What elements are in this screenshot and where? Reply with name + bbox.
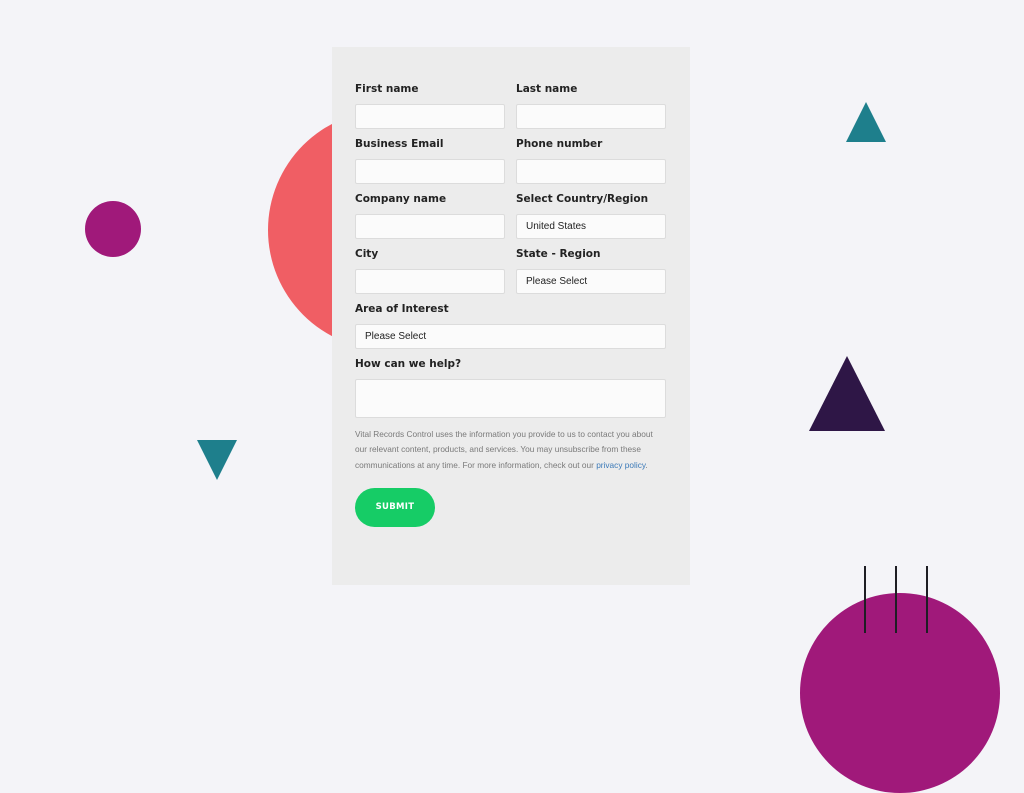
area-of-interest-field: Area of Interest Please Select [355, 303, 666, 349]
company-name-input[interactable] [355, 214, 505, 239]
decorative-line [864, 566, 866, 633]
decorative-line [926, 566, 928, 633]
country-select[interactable]: United States [516, 214, 666, 239]
city-input[interactable] [355, 269, 505, 294]
form-row: How can we help? [355, 358, 666, 418]
decorative-teal-triangle-down [197, 440, 237, 480]
first-name-input[interactable] [355, 104, 505, 129]
first-name-field: First name [355, 83, 505, 129]
area-of-interest-label: Area of Interest [355, 303, 449, 315]
help-label: How can we help? [355, 358, 462, 370]
business-email-field: Business Email [355, 138, 505, 184]
phone-number-field: Phone number [516, 138, 666, 184]
form-row: City State - Region Please Select [355, 248, 666, 294]
disclaimer-end: . [645, 459, 648, 470]
form-row: Area of Interest Please Select [355, 303, 666, 349]
city-field: City [355, 248, 505, 294]
decorative-line [895, 566, 897, 633]
phone-number-label: Phone number [516, 138, 603, 150]
decorative-teal-triangle-up [846, 102, 886, 142]
business-email-label: Business Email [355, 138, 444, 150]
last-name-field: Last name [516, 83, 666, 129]
company-name-label: Company name [355, 193, 447, 205]
contact-form: First name Last name Business Email Phon… [332, 47, 690, 585]
country-field: Select Country/Region United States [516, 193, 666, 239]
form-row: First name Last name [355, 83, 666, 129]
company-name-field: Company name [355, 193, 505, 239]
business-email-input[interactable] [355, 159, 505, 184]
last-name-label: Last name [516, 83, 578, 95]
country-label: Select Country/Region [516, 193, 649, 205]
privacy-disclaimer: Vital Records Control uses the informati… [355, 427, 665, 473]
phone-number-input[interactable] [516, 159, 666, 184]
state-field: State - Region Please Select [516, 248, 666, 294]
state-label: State - Region [516, 248, 601, 260]
last-name-input[interactable] [516, 104, 666, 129]
form-row: Company name Select Country/Region Unite… [355, 193, 666, 239]
decorative-magenta-semicircle [800, 593, 1000, 793]
state-select[interactable]: Please Select [516, 269, 666, 294]
city-label: City [355, 248, 379, 260]
privacy-policy-link[interactable]: privacy policy [596, 460, 645, 470]
first-name-label: First name [355, 83, 419, 95]
area-of-interest-select[interactable]: Please Select [355, 324, 666, 349]
submit-button[interactable]: SUBMIT [355, 487, 435, 527]
help-field: How can we help? [355, 358, 666, 418]
decorative-magenta-circle [85, 201, 141, 257]
decorative-purple-triangle [809, 356, 885, 431]
form-row: Business Email Phone number [355, 138, 666, 184]
help-textarea[interactable] [355, 379, 666, 418]
